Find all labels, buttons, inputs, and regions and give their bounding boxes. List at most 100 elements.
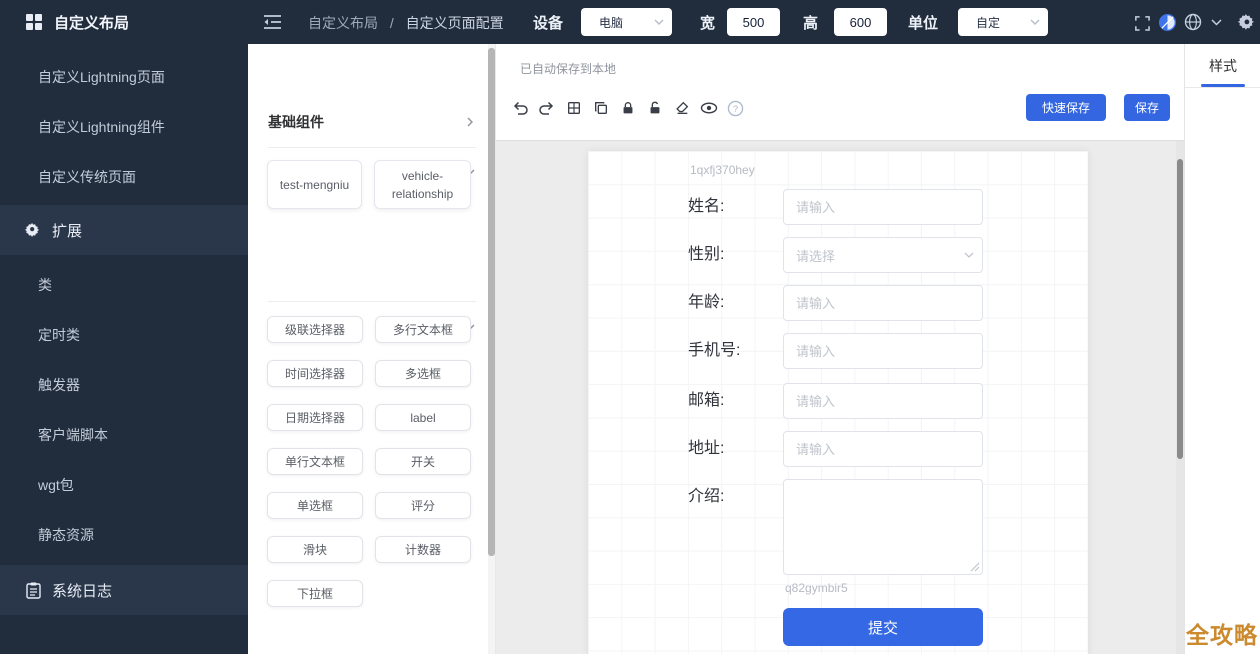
unit-select-value: 自定 — [976, 14, 1030, 31]
sidebar-header[interactable]: 自定义布局 — [0, 0, 248, 44]
component-id-label: q82gymbir5 — [785, 581, 848, 595]
palette-item-multiline-text[interactable]: 多行文本框 — [375, 316, 471, 343]
divider — [268, 147, 476, 148]
redo-icon[interactable] — [533, 97, 560, 119]
sidebar-item-lightning-page[interactable]: 自定义Lightning页面 — [38, 62, 165, 92]
watermark-text: 全攻略 — [1186, 616, 1258, 650]
quick-save-button[interactable]: 快速保存 — [1026, 94, 1106, 121]
unit-select[interactable]: 自定 — [958, 8, 1048, 36]
sidebar-item-wgt[interactable]: wgt包 — [38, 470, 74, 500]
fullscreen-icon[interactable] — [1131, 12, 1151, 32]
device-label: 设备 — [533, 12, 563, 33]
palette-item-vehicle-relationship[interactable]: vehicle-relationship — [374, 160, 471, 209]
chevron-down-icon — [654, 19, 664, 25]
sidebar-group-extend[interactable]: 扩展 — [0, 205, 248, 255]
menu-fold-icon[interactable] — [262, 12, 282, 32]
unit-label: 单位 — [908, 12, 938, 33]
palette-item-label[interactable]: label — [375, 404, 471, 431]
email-input[interactable] — [783, 383, 983, 419]
tab-style[interactable]: 样式 — [1185, 56, 1260, 76]
palette-scrollbar[interactable] — [488, 44, 495, 654]
component-palette: 基础组件 自定义 test-mengniu vehicle-relationsh… — [248, 44, 496, 654]
breadcrumb-current: 自定义页面配置 — [406, 15, 504, 31]
resize-handle-icon[interactable] — [970, 562, 980, 572]
help-icon[interactable]: ? — [722, 97, 749, 119]
log-icon — [24, 581, 42, 599]
copy-icon[interactable] — [587, 97, 614, 119]
height-label: 高 — [803, 12, 818, 33]
chevron-down-icon[interactable] — [1209, 12, 1223, 32]
palette-item-time-picker[interactable]: 时间选择器 — [267, 360, 363, 387]
field-label-phone: 手机号: — [688, 333, 778, 369]
submit-button[interactable]: 提交 — [783, 608, 983, 646]
device-select[interactable]: 电脑 — [581, 8, 672, 36]
intro-textarea[interactable] — [783, 479, 983, 575]
sidebar-title: 自定义布局 — [54, 12, 129, 33]
grid-icon[interactable] — [560, 97, 587, 119]
section-title: 基础组件 — [268, 112, 324, 132]
field-label-gender: 性别: — [688, 237, 778, 273]
palette-item-single-line-text[interactable]: 单行文本框 — [267, 448, 363, 475]
globe-icon[interactable] — [1183, 12, 1203, 32]
gear-icon[interactable] — [1237, 12, 1257, 32]
scrollbar-thumb[interactable] — [1177, 159, 1183, 459]
sidebar-item-classic-page[interactable]: 自定义传统页面 — [38, 162, 136, 192]
canvas-scrollbar[interactable] — [1176, 141, 1184, 654]
width-input[interactable] — [727, 8, 780, 36]
palette-item-checkbox[interactable]: 多选框 — [375, 360, 471, 387]
chevron-down-icon — [1030, 19, 1040, 25]
gear-icon — [24, 221, 42, 239]
autosave-status: 已自动保存到本地 — [520, 60, 616, 77]
gender-select[interactable]: 请选择 — [783, 237, 983, 273]
palette-item-test-mengniu[interactable]: test-mengniu — [267, 160, 362, 209]
sidebar-item-label: 系统日志 — [52, 580, 112, 601]
undo-icon[interactable] — [506, 97, 533, 119]
breadcrumb-separator: / — [390, 15, 394, 31]
topbar: 自定义布局 / 自定义页面配置 设备 电脑 宽 高 单位 自定 — [248, 0, 1260, 44]
divider — [268, 301, 476, 302]
sidebar-item-trigger[interactable]: 触发器 — [38, 370, 80, 400]
palette-item-rate[interactable]: 评分 — [375, 492, 471, 519]
palette-item-dropdown[interactable]: 下拉框 — [267, 580, 363, 607]
palette-item-slider[interactable]: 滑块 — [267, 536, 363, 563]
phone-input[interactable] — [783, 333, 983, 369]
apps-icon — [24, 12, 44, 32]
height-input[interactable] — [834, 8, 887, 36]
scrollbar-thumb[interactable] — [488, 48, 495, 556]
divider — [1185, 87, 1260, 88]
age-input[interactable] — [783, 285, 983, 321]
palette-item-switch[interactable]: 开关 — [375, 448, 471, 475]
breadcrumb: 自定义布局 / 自定义页面配置 — [308, 13, 504, 33]
section-basic-components[interactable]: 基础组件 — [268, 110, 476, 134]
field-label-age: 年龄: — [688, 285, 778, 321]
breadcrumb-parent[interactable]: 自定义布局 — [308, 15, 378, 31]
address-input[interactable] — [783, 431, 983, 467]
palette-item-date-picker[interactable]: 日期选择器 — [267, 404, 363, 431]
palette-item-radio[interactable]: 单选框 — [267, 492, 363, 519]
lock-icon[interactable] — [614, 97, 641, 119]
name-input[interactable] — [783, 189, 983, 225]
field-label-intro: 介绍: — [688, 479, 778, 515]
save-button[interactable]: 保存 — [1124, 94, 1170, 121]
sidebar-item-class[interactable]: 类 — [38, 270, 52, 300]
sidebar-item-static-resource[interactable]: 静态资源 — [38, 520, 94, 550]
editor-header: 已自动保存到本地 ? 快速保存 保存 — [496, 44, 1184, 140]
contrast-icon[interactable] — [1157, 12, 1177, 32]
sidebar-item-scheduled[interactable]: 定时类 — [38, 320, 80, 350]
page-canvas[interactable]: 1qxfj370hey 姓名: 性别: 请选择 年龄: 手机号: 邮箱: 地址:… — [588, 151, 1088, 654]
width-label: 宽 — [700, 12, 715, 33]
editor-toolbar: ? — [506, 97, 749, 119]
palette-item-counter[interactable]: 计数器 — [375, 536, 471, 563]
sidebar-item-lightning-component[interactable]: 自定义Lightning组件 — [38, 112, 165, 142]
svg-text:?: ? — [733, 103, 738, 114]
sidebar-item-system-log[interactable]: 系统日志 — [0, 565, 248, 615]
unlock-icon[interactable] — [641, 97, 668, 119]
sidebar: 自定义布局 自定义Lightning页面 自定义Lightning组件 自定义传… — [0, 0, 248, 654]
clear-icon[interactable] — [668, 97, 695, 119]
sidebar-group-label: 扩展 — [52, 220, 82, 241]
sidebar-item-client-script[interactable]: 客户端脚本 — [38, 420, 108, 450]
palette-item-cascader[interactable]: 级联选择器 — [267, 316, 363, 343]
device-select-value: 电脑 — [599, 14, 654, 31]
style-panel: 样式 — [1184, 44, 1260, 654]
eye-icon[interactable] — [695, 97, 722, 119]
